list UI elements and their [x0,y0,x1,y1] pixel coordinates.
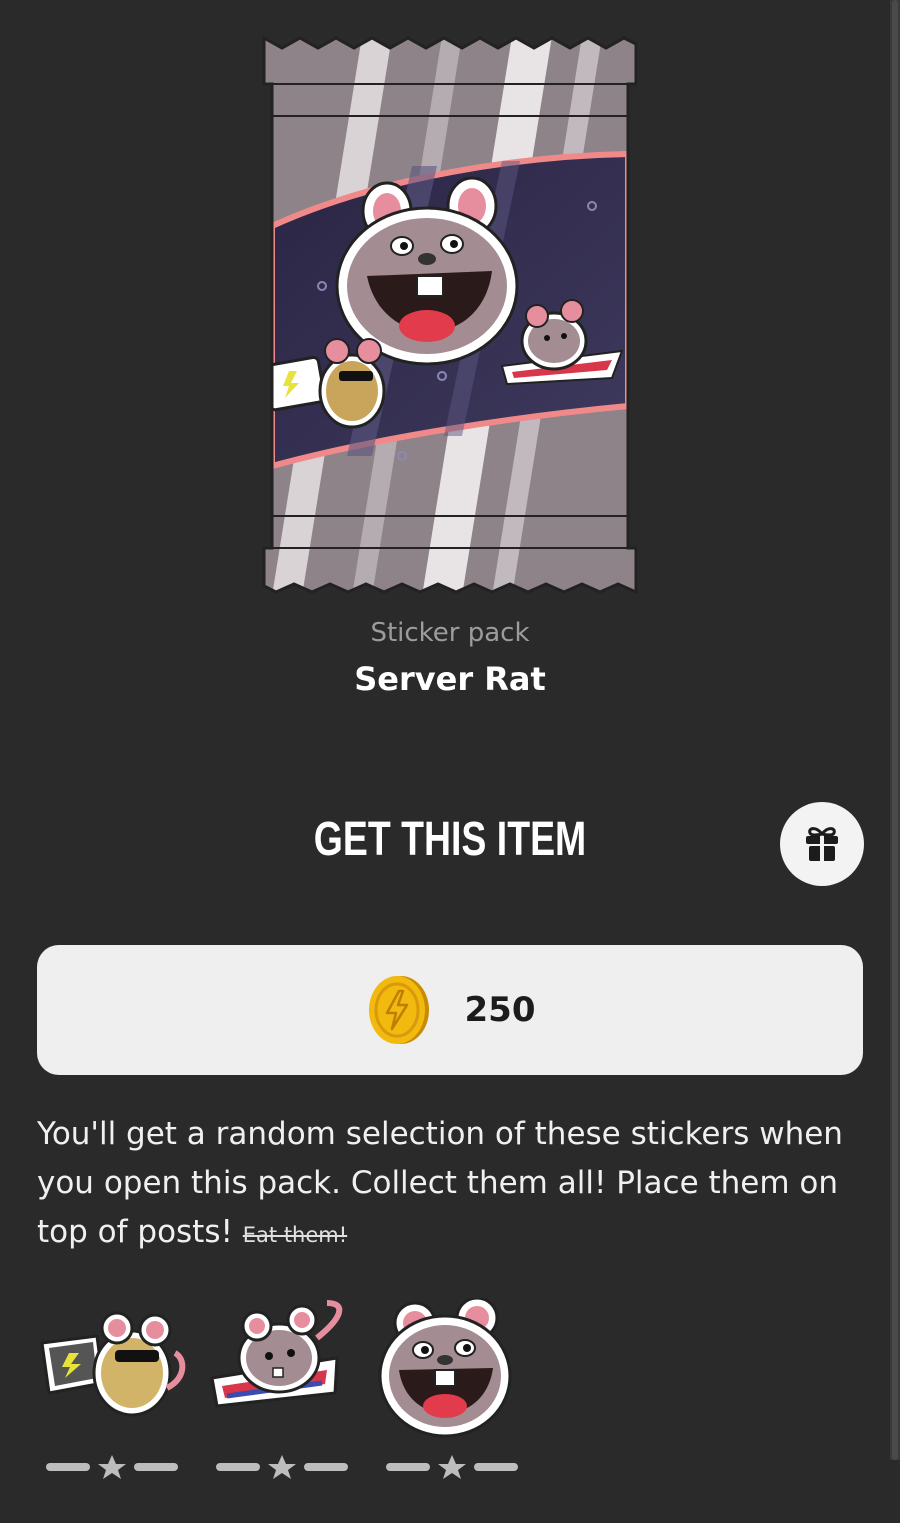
gift-icon [806,827,838,861]
struck-text: Eat them! [242,1223,348,1247]
description-text: You'll get a random selection of these s… [37,1116,843,1250]
pack-description: You'll get a random selection of these s… [37,1110,863,1260]
gift-button[interactable] [780,802,864,886]
flying-rat-sticker-icon [210,1300,343,1408]
price-value: 250 [464,990,536,1030]
pack-name: Server Rat [354,660,546,698]
server-rat-pack-icon [262,35,638,595]
sticker-item[interactable] [377,1298,527,1488]
scrollbar[interactable] [890,0,900,1460]
buy-button[interactable]: 250 [37,945,863,1075]
pack-kind-label: Sticker pack [370,618,530,648]
laughing-rat-sticker-icon [378,1298,512,1438]
sticker-pack-image [262,35,638,596]
rarity-one-star-icon [386,1455,518,1479]
rarity-one-star-icon [46,1455,178,1479]
sticker-item[interactable] [207,1298,357,1488]
rat-with-laptop-sticker-icon [40,1311,186,1417]
scrollbar-thumb[interactable] [892,0,898,1460]
sticker-list [37,1298,557,1498]
coin-icon [368,976,429,1044]
sticker-item[interactable] [37,1298,187,1488]
get-item-title: GET THIS ITEM [313,813,587,866]
rarity-one-star-icon [216,1455,348,1479]
